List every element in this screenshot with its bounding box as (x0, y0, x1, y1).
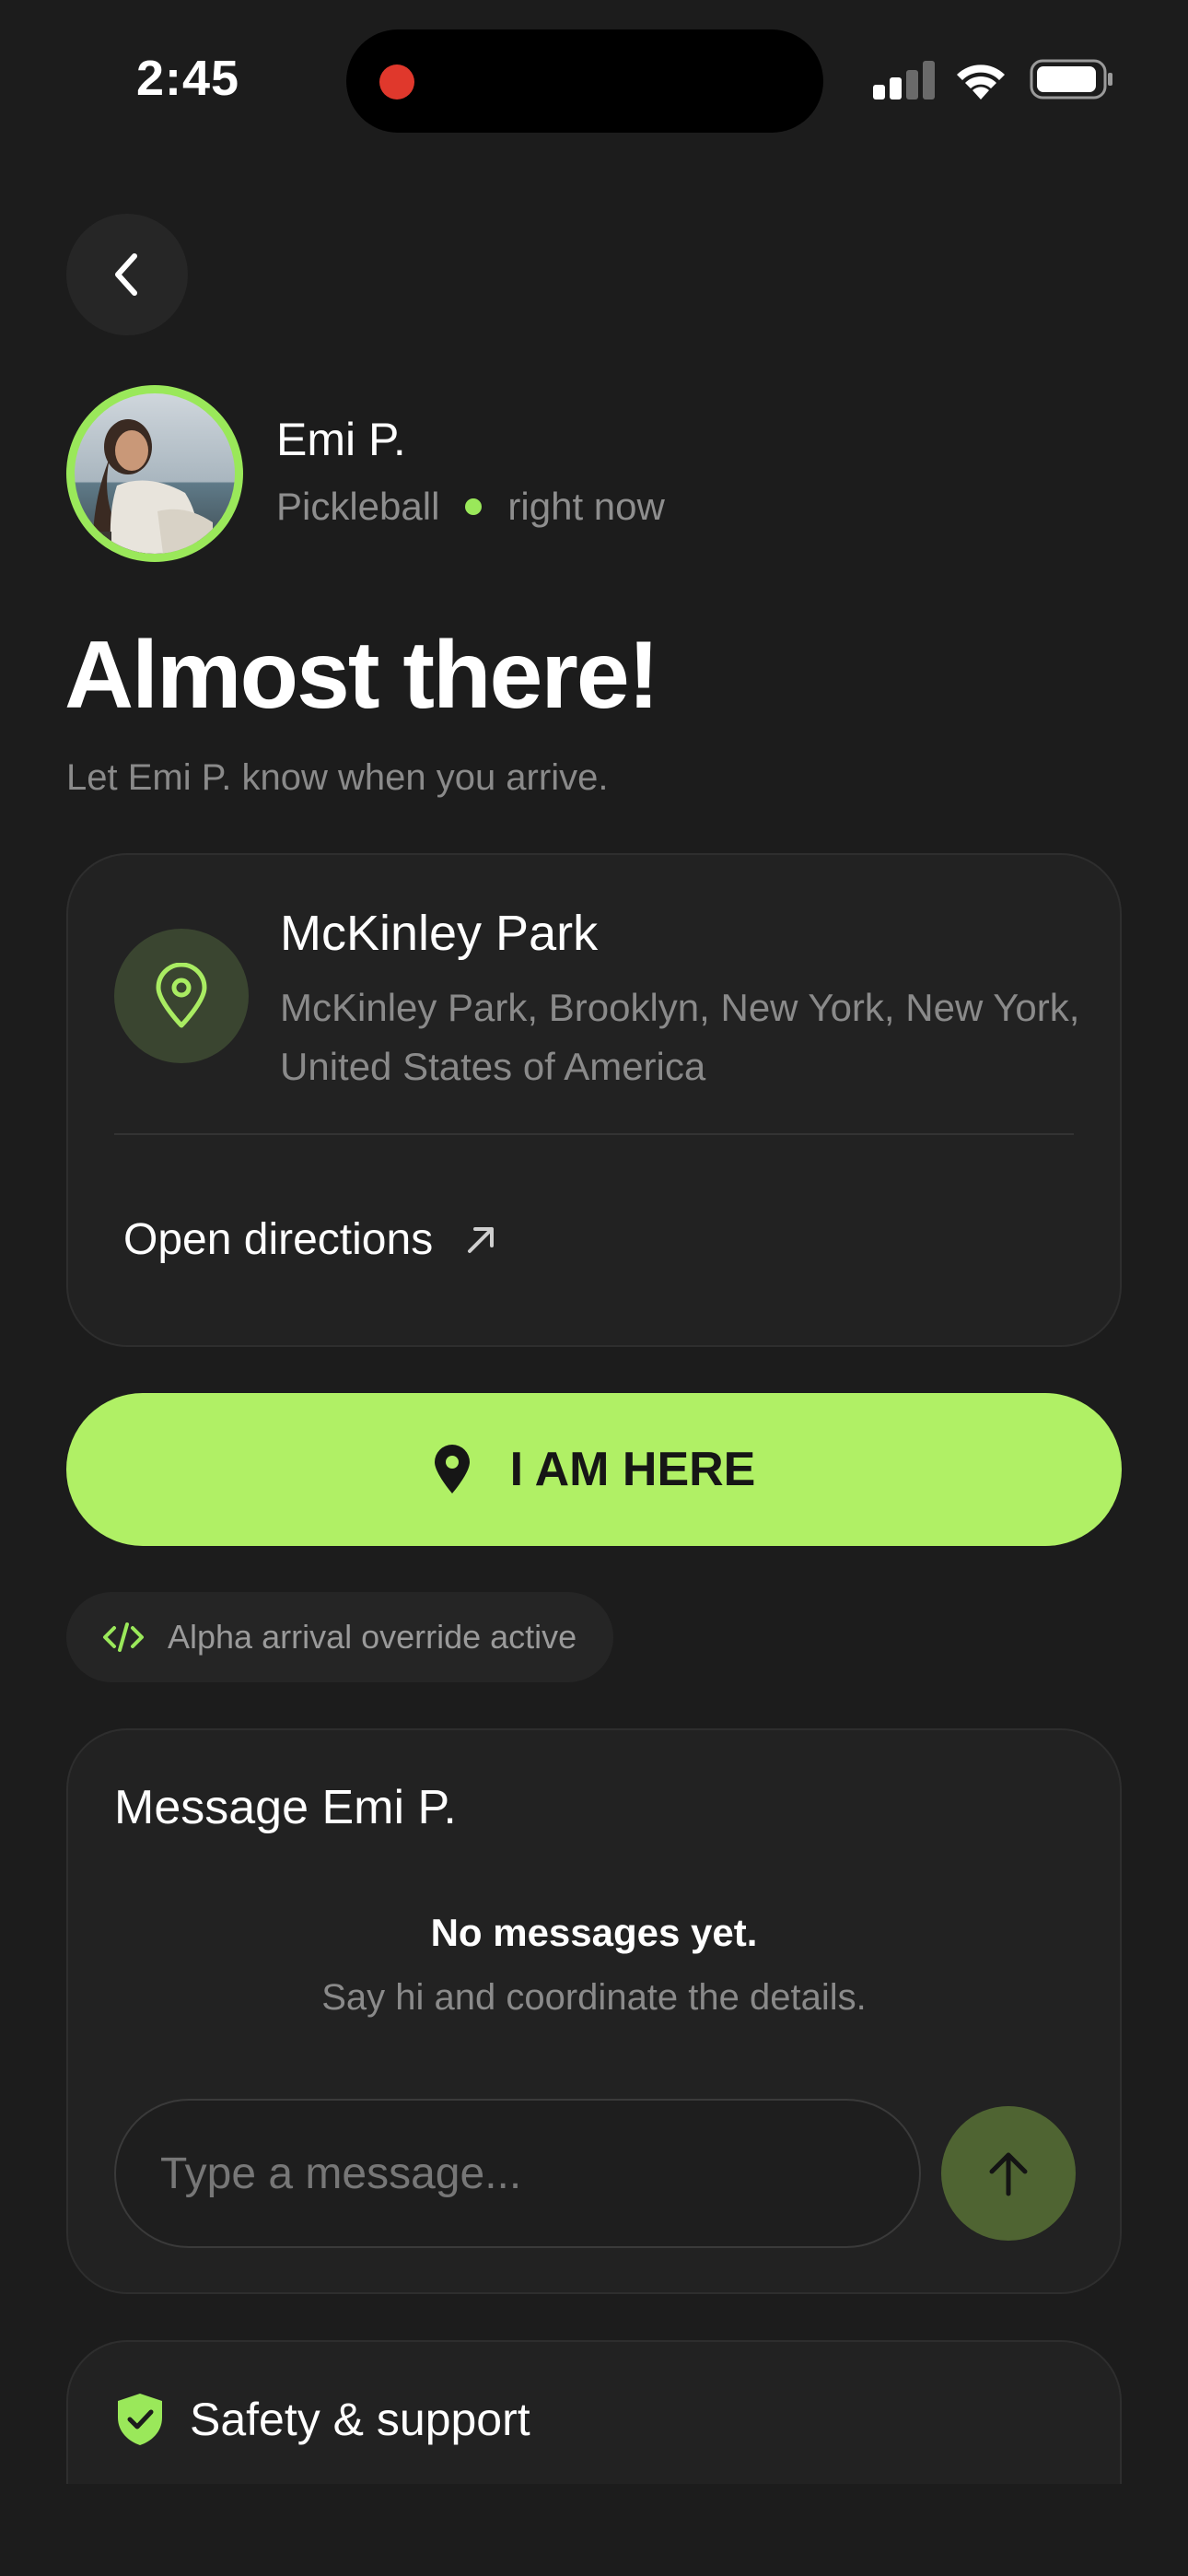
map-pin-icon (434, 1445, 470, 1493)
bottom-edge (0, 2484, 1188, 2576)
page-title: Almost there! (64, 622, 659, 729)
shield-check-icon (118, 2394, 162, 2445)
wifi-icon (957, 64, 1005, 100)
live-dot (465, 498, 483, 515)
location-pin-badge (114, 929, 249, 1063)
alpha-override-label: Alpha arrival override active (168, 1618, 577, 1656)
profile-name: Emi P. (276, 414, 406, 465)
location-address: McKinley Park, Brooklyn, New York, New Y… (280, 986, 1080, 1088)
profile-meta: Pickleball right now (276, 485, 665, 529)
recording-indicator (379, 64, 414, 100)
location-name: McKinley Park (280, 906, 599, 961)
battery-icon (1030, 59, 1112, 100)
safety-label: Safety & support (190, 2394, 530, 2445)
arrow-up-right-icon (468, 1226, 495, 1253)
dynamic-island (346, 29, 823, 133)
profile-timing: right now (507, 485, 665, 528)
alpha-override-badge: Alpha arrival override active (66, 1592, 614, 1682)
safety-row: Safety & support (114, 2392, 530, 2447)
i-am-here-button[interactable]: I AM HERE (66, 1393, 1122, 1546)
back-button[interactable] (66, 214, 188, 335)
location-card: McKinley Park McKinley Park, Brooklyn, N… (66, 853, 1122, 1347)
avatar[interactable] (66, 385, 243, 562)
status-bar: 2:45 (0, 0, 1188, 166)
profile-sport: Pickleball (276, 485, 440, 528)
chevron-left-icon (115, 253, 137, 296)
map-pin-icon (156, 963, 207, 1028)
signal-bars-icon (873, 61, 936, 100)
open-directions-link[interactable]: Open directions (123, 1214, 497, 1265)
empty-state-title: No messages yet. (430, 1911, 758, 1954)
screen: 2:45 Emi P. Pickleball right now Almost … (0, 0, 1188, 2576)
open-directions-label: Open directions (123, 1215, 434, 1264)
arrow-up-icon (989, 2152, 1028, 2196)
send-button[interactable] (941, 2106, 1076, 2241)
message-card: Message Emi P. No messages yet. Say hi a… (66, 1728, 1122, 2294)
avatar-photo (75, 393, 235, 554)
status-time: 2:45 (136, 51, 240, 106)
empty-state-subtitle: Say hi and coordinate the details. (321, 1977, 867, 2018)
i-am-here-label: I AM HERE (509, 1443, 756, 1496)
page-subtitle: Let Emi P. know when you arrive. (66, 757, 609, 798)
message-input[interactable] (114, 2099, 921, 2248)
message-card-title: Message Emi P. (114, 1781, 457, 1834)
divider (114, 1133, 1074, 1135)
code-icon (103, 1622, 144, 1652)
